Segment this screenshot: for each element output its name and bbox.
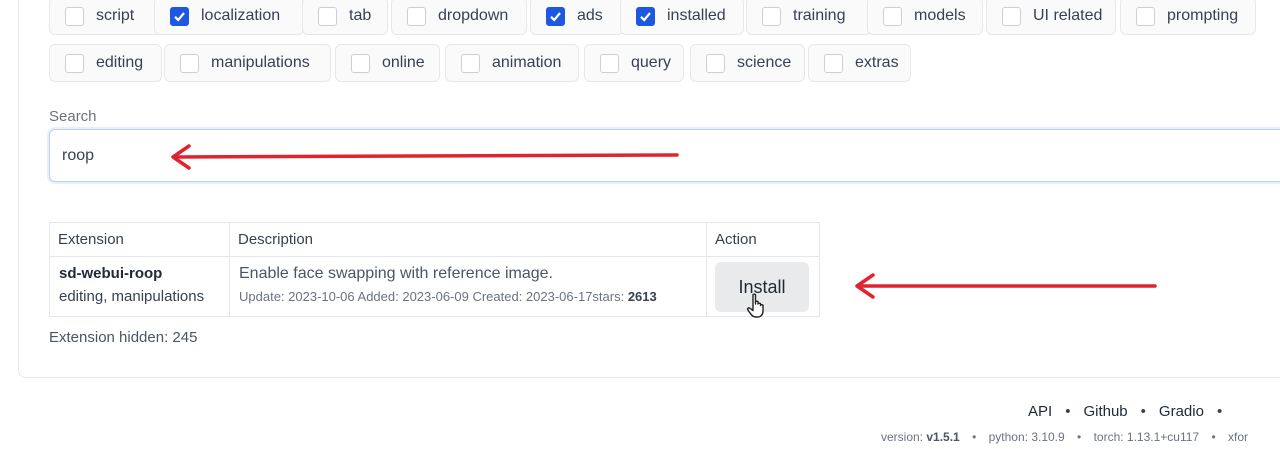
footer-links: API • Github • Gradio •	[1028, 403, 1235, 420]
filter-installed[interactable]: installed	[620, 0, 744, 35]
filter-label: training	[793, 7, 846, 24]
filter-label: models	[914, 7, 966, 24]
separator: •	[1211, 430, 1216, 444]
extension-description: Enable face swapping with reference imag…	[239, 265, 553, 282]
filter-label: animation	[492, 54, 562, 71]
checkbox[interactable]	[180, 53, 199, 73]
filter-label: query	[631, 54, 672, 71]
filter-extras[interactable]: extras	[808, 44, 911, 82]
filter-label: online	[382, 54, 425, 71]
check-icon	[640, 11, 651, 22]
checkbox[interactable]	[1002, 6, 1021, 26]
checkbox[interactable]	[1136, 6, 1155, 26]
description-cell: Enable face swapping with reference imag…	[229, 256, 707, 317]
annotation-arrow-search	[171, 144, 679, 170]
annotation-arrow-install	[855, 273, 1157, 299]
column-header-action: Action	[706, 222, 820, 257]
filter-animation[interactable]: animation	[445, 44, 579, 82]
filter-manipulations[interactable]: manipulations	[164, 44, 331, 82]
filter-script[interactable]: script	[49, 0, 163, 35]
checkbox[interactable]	[636, 6, 655, 26]
github-link[interactable]: Github	[1083, 403, 1127, 420]
separator: •	[1216, 403, 1223, 420]
extension-hidden-count: Extension hidden: 245	[49, 329, 198, 346]
filter-localization[interactable]: localization	[154, 0, 304, 35]
separator: •	[1140, 403, 1146, 420]
torch-version: torch: 1.13.1+cu117	[1093, 430, 1200, 444]
extensions-table: Extension Description Action sd-webui-ro…	[49, 222, 820, 317]
filter-label: UI related	[1033, 7, 1103, 24]
extension-meta: Update: 2023-10-06 Added: 2023-06-09 Cre…	[230, 283, 706, 304]
extension-name-link[interactable]: sd-webui-roop	[50, 257, 229, 282]
filter-label: localization	[201, 7, 281, 24]
separator: •	[1065, 403, 1071, 420]
filter-prompting[interactable]: prompting	[1120, 0, 1256, 35]
checkbox[interactable]	[600, 53, 619, 73]
gradio-link[interactable]: Gradio	[1159, 403, 1204, 420]
separator: •	[1077, 430, 1082, 444]
checkbox[interactable]	[407, 6, 426, 26]
api-link[interactable]: API	[1028, 403, 1052, 420]
filter-editing[interactable]: editing	[49, 44, 162, 82]
hand-cursor-icon	[746, 293, 764, 318]
checkbox[interactable]	[351, 53, 370, 73]
checkbox[interactable]	[546, 6, 565, 26]
extension-tags: editing, manipulations	[59, 288, 205, 305]
column-header-extension: Extension	[49, 222, 230, 257]
filter-label: ads	[577, 7, 603, 24]
filter-label: dropdown	[438, 7, 509, 24]
version-value: v1.5.1	[926, 430, 960, 444]
python-version: python: 3.10.9	[988, 430, 1065, 444]
filter-query[interactable]: query	[584, 44, 684, 82]
table-row: sd-webui-roop editing, manipulations Ena…	[49, 256, 820, 317]
version-label: version:	[881, 430, 927, 444]
filter-label: science	[737, 54, 792, 71]
checkbox[interactable]	[65, 6, 84, 26]
xformers-version: xfor	[1228, 430, 1249, 444]
filter-training[interactable]: training	[746, 0, 872, 35]
filter-label: editing	[96, 54, 144, 71]
filter-tab[interactable]: tab	[302, 0, 388, 35]
version-info: version: v1.5.1 • python: 3.10.9 • torch…	[881, 430, 1248, 444]
filter-label: manipulations	[211, 54, 310, 71]
separator: •	[972, 430, 977, 444]
filter-label: tab	[349, 7, 372, 24]
filter-label: extras	[855, 54, 899, 71]
checkbox[interactable]	[318, 6, 337, 26]
filter-online[interactable]: online	[335, 44, 440, 82]
filter-label: installed	[667, 7, 726, 24]
checkbox[interactable]	[461, 53, 480, 73]
checkbox[interactable]	[170, 6, 189, 26]
search-label: Search	[49, 108, 97, 125]
filter-label: script	[96, 7, 135, 24]
checkbox[interactable]	[883, 6, 902, 26]
filter-science[interactable]: science	[690, 44, 805, 82]
extension-cell: sd-webui-roop editing, manipulations	[49, 256, 230, 317]
checkbox[interactable]	[706, 53, 725, 73]
extension-stars: 2613	[627, 289, 657, 304]
filter-models[interactable]: models	[867, 0, 983, 35]
filter-label: prompting	[1167, 7, 1239, 24]
filter-dropdown[interactable]: dropdown	[391, 0, 527, 35]
checkbox[interactable]	[65, 53, 84, 73]
column-header-description: Description	[229, 222, 707, 257]
filter-ads[interactable]: ads	[530, 0, 624, 35]
checkbox[interactable]	[762, 6, 781, 26]
extension-dates: Update: 2023-10-06 Added: 2023-06-09 Cre…	[239, 289, 628, 304]
checkbox[interactable]	[824, 53, 843, 73]
check-icon	[174, 11, 185, 22]
filter-ui-related[interactable]: UI related	[986, 0, 1116, 35]
check-icon	[550, 11, 561, 22]
